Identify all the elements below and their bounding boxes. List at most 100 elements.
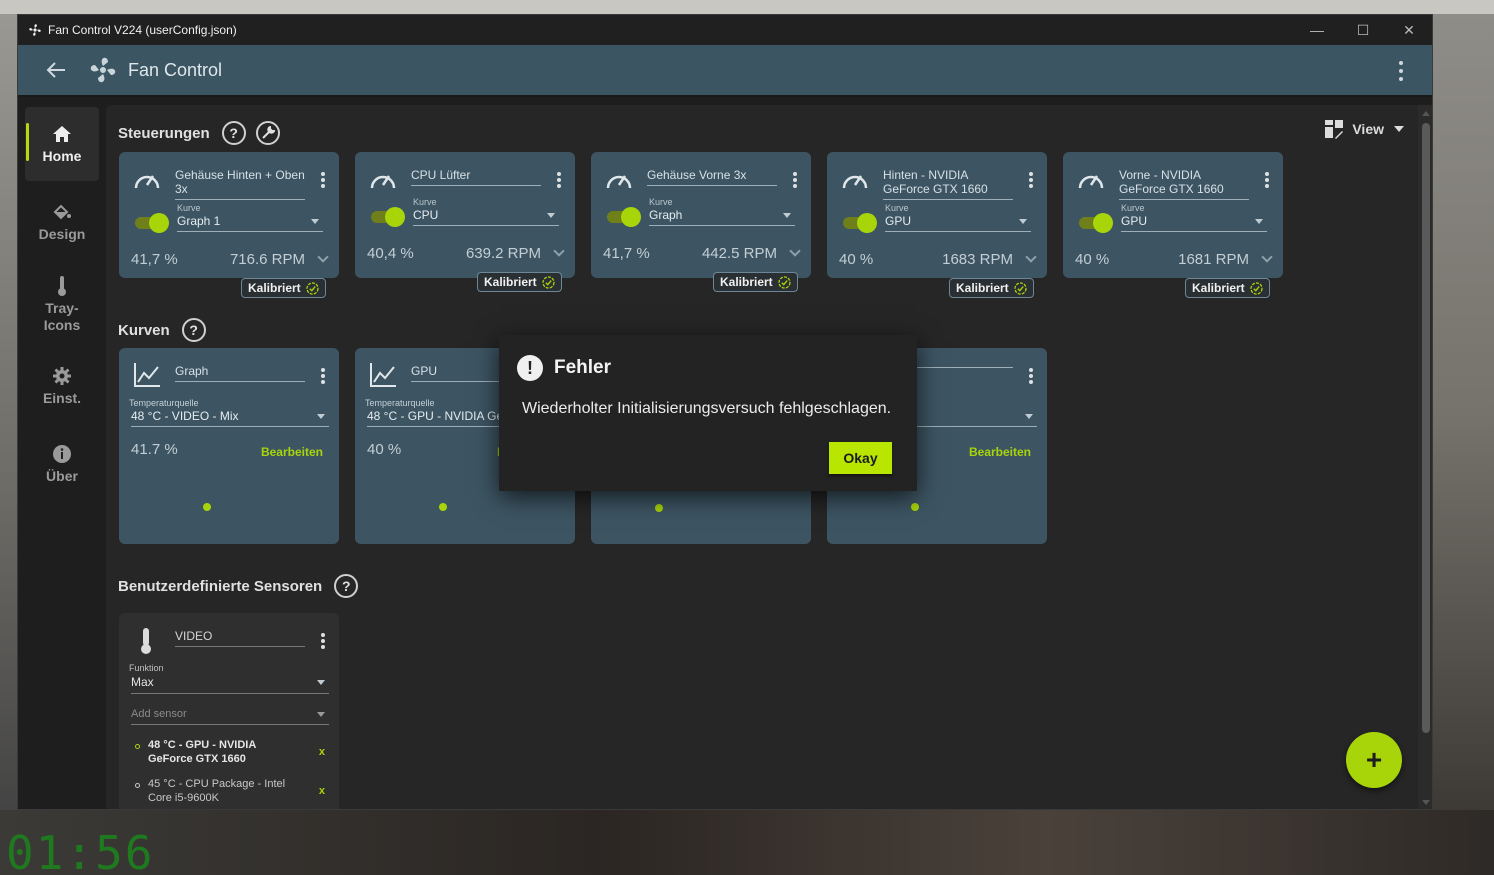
scroll-up-icon[interactable] xyxy=(1422,111,1430,116)
close-icon[interactable]: ✕ xyxy=(1386,15,1432,45)
check-circle-icon xyxy=(1250,281,1263,295)
back-arrow-icon[interactable] xyxy=(44,58,68,82)
sensor-list-item: 45 °C - CPU Package - Intel Core i5-9600… xyxy=(135,777,325,805)
enable-toggle[interactable] xyxy=(843,213,877,233)
add-fab-button[interactable]: + xyxy=(1346,732,1402,788)
vertical-scrollbar[interactable] xyxy=(1418,105,1432,809)
curve-select[interactable]: Graph 1 xyxy=(177,214,323,232)
card-menu-icon[interactable] xyxy=(321,172,325,188)
fan-control-card: CPU Lüfter Kurve CPU 40,4 % 639.2 RPM xyxy=(355,152,575,278)
curve-label: Kurve xyxy=(413,197,437,207)
dialog-message: Wiederholter Initialisierungsversuch feh… xyxy=(522,400,892,417)
control-percent: 40 % xyxy=(839,251,874,268)
desktop-background-bottom xyxy=(0,810,1494,875)
edit-curve-button[interactable]: Bearbeiten xyxy=(969,445,1031,459)
speedometer-icon xyxy=(369,168,397,192)
calibrated-badge: Kalibriert xyxy=(949,278,1034,298)
curve-graph xyxy=(119,460,211,511)
curve-select[interactable]: Graph xyxy=(649,208,795,226)
app-title: Fan Control xyxy=(128,59,223,80)
curve-name[interactable]: Graph xyxy=(175,364,305,382)
check-circle-icon xyxy=(542,275,555,289)
control-name[interactable]: Vorne - NVIDIA GeForce GTX 1660 xyxy=(1119,168,1249,200)
more-menu-icon[interactable] xyxy=(1396,59,1406,83)
speedometer-icon xyxy=(133,168,161,192)
curve-select[interactable]: CPU xyxy=(413,208,559,226)
bullet-icon xyxy=(135,744,140,749)
help-icon[interactable]: ? xyxy=(334,574,359,598)
control-rpm: 1681 RPM xyxy=(1178,251,1249,268)
dialog-header: ! Fehler xyxy=(517,355,611,381)
card-menu-icon[interactable] xyxy=(321,633,325,649)
sidebar-item-label: Einst. xyxy=(42,390,82,406)
help-icon[interactable]: ? xyxy=(221,121,246,145)
temperature-source-select[interactable]: 48 °C - VIDEO - Mix xyxy=(131,409,329,427)
sidebar-item-design[interactable]: Design xyxy=(25,185,99,259)
card-menu-icon[interactable] xyxy=(793,172,797,188)
function-select[interactable]: Max xyxy=(131,675,329,694)
card-menu-icon[interactable] xyxy=(557,172,561,188)
edit-curve-button[interactable]: Bearbeiten xyxy=(261,445,323,459)
sidebar-item-label: Tray- Icons xyxy=(43,299,81,333)
expand-chevron-icon[interactable] xyxy=(1261,251,1273,263)
expand-chevron-icon[interactable] xyxy=(789,245,801,257)
sensor-name[interactable]: VIDEO xyxy=(175,629,305,647)
remove-sensor-button[interactable]: x xyxy=(319,745,325,766)
wrench-icon[interactable] xyxy=(255,121,280,145)
badge-label: Kalibriert xyxy=(484,275,537,289)
remove-sensor-button[interactable]: x xyxy=(319,784,325,805)
maximize-icon[interactable]: ☐ xyxy=(1340,15,1386,45)
badge-label: Kalibriert xyxy=(720,275,773,289)
control-name[interactable]: Gehäuse Hinten + Oben 3x xyxy=(175,168,305,200)
card-menu-icon[interactable] xyxy=(1265,172,1269,188)
curve-label: Kurve xyxy=(649,197,673,207)
expand-chevron-icon[interactable] xyxy=(553,245,565,257)
control-percent: 41,7 % xyxy=(603,245,650,262)
sidebar-item-tray-icons[interactable]: Tray- Icons xyxy=(25,263,99,345)
curve-label: Kurve xyxy=(177,203,201,213)
expand-chevron-icon[interactable] xyxy=(1025,251,1037,263)
control-name[interactable]: Gehäuse Vorne 3x xyxy=(647,168,777,186)
check-circle-icon xyxy=(1014,281,1027,295)
control-rpm: 442.5 RPM xyxy=(701,245,777,262)
curve-select[interactable]: GPU xyxy=(1121,214,1267,232)
sidebar-item-settings[interactable]: Einst. xyxy=(25,349,99,423)
view-menu-button[interactable]: View xyxy=(1324,119,1404,139)
calibrated-badge: Kalibriert xyxy=(241,278,326,298)
fan-control-card: Gehäuse Vorne 3x Kurve Graph 41,7 % 442.5 RP… xyxy=(591,152,811,278)
curve-percent: 41.7 % xyxy=(131,441,178,458)
curve-percent: 40 % xyxy=(367,441,402,458)
control-rpm: 639.2 RPM xyxy=(465,245,541,262)
speedometer-icon xyxy=(1077,168,1105,192)
expand-chevron-icon[interactable] xyxy=(317,251,329,263)
temperature-source-label: Temperaturquelle xyxy=(129,398,199,408)
card-menu-icon[interactable] xyxy=(1029,172,1033,188)
enable-toggle[interactable] xyxy=(1079,213,1113,233)
enable-toggle[interactable] xyxy=(371,207,405,227)
desktop-background-right xyxy=(1433,14,1494,810)
control-rpm: 716.6 RPM xyxy=(229,251,305,268)
card-menu-icon[interactable] xyxy=(321,368,325,384)
scroll-down-icon[interactable] xyxy=(1422,800,1430,805)
section-title-text: Kurven xyxy=(118,321,170,339)
control-name[interactable]: Hinten - NVIDIA GeForce GTX 1660 xyxy=(883,168,1013,200)
sidebar-item-home[interactable]: Home xyxy=(25,107,99,181)
curve-card: Graph Temperaturquelle 48 °C - VIDEO - Mix… xyxy=(119,348,339,544)
sidebar-item-about[interactable]: Über xyxy=(25,427,99,501)
window-controls: — ☐ ✕ xyxy=(1294,15,1432,45)
minimize-icon[interactable]: — xyxy=(1294,15,1340,45)
okay-button[interactable]: Okay xyxy=(829,442,892,474)
enable-toggle[interactable] xyxy=(135,213,169,233)
scroll-thumb[interactable] xyxy=(1422,123,1430,733)
help-icon[interactable]: ? xyxy=(181,318,206,342)
curve-select[interactable]: GPU xyxy=(885,214,1031,232)
control-name[interactable]: CPU Lüfter xyxy=(411,168,541,186)
enable-toggle[interactable] xyxy=(607,207,641,227)
chevron-down-icon xyxy=(1394,126,1404,132)
card-menu-icon[interactable] xyxy=(1029,368,1033,384)
dialog-title: Fehler xyxy=(554,357,612,378)
section-title-text: Benutzerdefinierte Sensoren xyxy=(118,577,323,595)
sensor-item-text: 48 °C - GPU - NVIDIA GeForce GTX 1660 xyxy=(148,739,256,765)
desktop-background-top xyxy=(0,0,1494,14)
add-sensor-select[interactable]: Add sensor xyxy=(131,708,329,725)
